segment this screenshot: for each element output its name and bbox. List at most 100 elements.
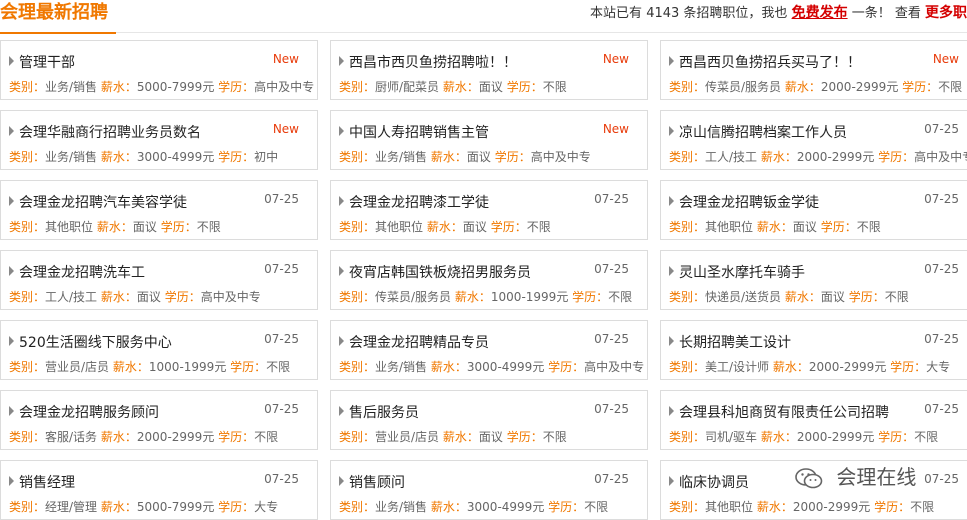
job-title-row: 会理县科旭商贸有限责任公司招聘 [669,402,959,422]
job-title-link[interactable]: 管理干部 [19,55,75,71]
job-count: 4143 [646,6,680,21]
job-title-link[interactable]: 长期招聘美工设计 [679,335,791,351]
job-card[interactable]: 520生活圈线下服务中心 07-25 类别：营业员/店员 薪水：1000-1999元… [0,320,318,380]
job-salary: 面议 [820,290,845,304]
job-card[interactable]: 西昌西贝鱼捞招兵买马了！！ New 类别：传菜员/服务员 薪水：2000-2999元… [660,40,967,100]
job-title-link[interactable]: 中国人寿招聘销售主管 [349,125,489,141]
job-title-link[interactable]: 销售经理 [19,475,75,491]
post-date: 07-25 [594,472,629,486]
job-education-label: 学历： [490,220,527,234]
job-salary: 面议 [478,430,503,444]
job-card[interactable]: 会理金龙招聘钣金学徒 07-25 类别：其他职位 薪水：面议 学历：不限 [660,180,967,240]
job-meta: 类别：传菜员/服务员 薪水：2000-2999元 学历：不限 [669,78,962,95]
triangle-bullet-icon [669,476,674,486]
job-category-label: 类别： [339,430,376,444]
job-title-link[interactable]: 会理金龙招聘漆工学徒 [349,195,489,211]
job-category-label: 类别： [9,80,46,94]
job-title-row: 中国人寿招聘销售主管 [339,122,629,142]
job-title-link[interactable]: 会理华融商行招聘业务员数名 [19,125,201,141]
job-category-label: 类别： [669,150,706,164]
free-publish-link[interactable]: 免费发布 [792,5,848,21]
job-title-link[interactable]: 520生活圈线下服务中心 [19,335,172,351]
job-card[interactable]: 灵山圣水摩托车骑手 07-25 类别：快递员/送货员 薪水：面议 学历：不限 [660,250,967,310]
job-salary: 2000-2999元 [796,150,875,164]
job-education-label: 学历： [878,430,915,444]
job-title-link[interactable]: 临床协调员 [679,475,749,491]
job-category-label: 类别： [9,430,46,444]
job-title-link[interactable]: 会理金龙招聘服务顾问 [19,405,159,421]
job-card[interactable]: 夜宵店韩国铁板烧招男服务员 07-25 类别：传菜员/服务员 薪水：1000-199… [330,250,648,310]
job-title-link[interactable]: 销售顾问 [349,475,405,491]
job-salary: 面议 [132,220,157,234]
stats-after: 一条！ 查看 [851,6,921,21]
job-title-link[interactable]: 灵山圣水摩托车骑手 [679,265,805,281]
job-card[interactable]: 会理金龙招聘漆工学徒 07-25 类别：其他职位 薪水：面议 学历：不限 [330,180,648,240]
job-category: 快递员/送货员 [705,290,782,304]
job-education: 大专 [254,500,279,514]
more-jobs-link[interactable]: 更多职 [925,5,967,21]
job-category-label: 类别： [669,290,706,304]
job-category: 客服/话务 [45,430,98,444]
watermark: 会理在线 [794,460,916,494]
triangle-bullet-icon [9,126,14,136]
job-card[interactable]: 西昌市西贝鱼捞招聘啦！！ New 类别：厨师/配菜员 薪水：面议 学历：不限 [330,40,648,100]
job-education-label: 学历： [878,150,915,164]
job-salary: 2000-2999元 [796,430,875,444]
job-salary: 2000-2999元 [820,80,899,94]
job-title-link[interactable]: 会理县科旭商贸有限责任公司招聘 [679,405,889,421]
job-card[interactable]: 凉山信腾招聘档案工作人员 07-25 类别：工人/技工 薪水：2000-2999元 … [660,110,967,170]
job-card[interactable]: 会理金龙招聘汽车美容学徒 07-25 类别：其他职位 薪水：面议 学历：不限 [0,180,318,240]
job-salary-label: 薪水： [100,430,137,444]
job-title-row: 会理金龙招聘汽车美容学徒 [9,192,299,212]
job-category: 营业员/店员 [45,360,110,374]
job-card[interactable]: 管理干部 New 类别：业务/销售 薪水：5000-7999元 学历：高中及中专 [0,40,318,100]
job-education-label: 学历： [548,360,585,374]
job-card[interactable]: 销售经理 07-25 类别：经理/管理 薪水：5000-7999元 学历：大专 [0,460,318,520]
job-salary-label: 薪水： [112,360,149,374]
job-card[interactable]: 会理金龙招聘服务顾问 07-25 类别：客服/话务 薪水：2000-2999元 学历… [0,390,318,450]
job-card[interactable]: 中国人寿招聘销售主管 New 类别：业务/销售 薪水：面议 学历：高中及中专 [330,110,648,170]
job-title-link[interactable]: 会理金龙招聘精品专员 [349,335,489,351]
job-title-link[interactable]: 会理金龙招聘洗车工 [19,265,145,281]
job-card[interactable]: 会理县科旭商贸有限责任公司招聘 07-25 类别：司机/驱车 薪水：2000-299… [660,390,967,450]
job-meta: 类别：传菜员/服务员 薪水：1000-1999元 学历：不限 [339,288,632,305]
job-category-label: 类别： [339,360,376,374]
triangle-bullet-icon [339,406,344,416]
job-salary: 面议 [792,220,817,234]
job-grid: 管理干部 New 类别：业务/销售 薪水：5000-7999元 学历：高中及中专 西昌… [0,40,967,520]
job-education-label: 学历： [890,360,927,374]
triangle-bullet-icon [339,476,344,486]
job-salary-label: 薪水： [100,150,137,164]
job-title-row: 长期招聘美工设计 [669,332,959,352]
job-salary-label: 薪水： [430,500,467,514]
job-title-link[interactable]: 凉山信腾招聘档案工作人员 [679,125,847,141]
job-card[interactable]: 售后服务员 07-25 类别：营业员/店员 薪水：面议 学历：不限 [330,390,648,450]
job-education: 不限 [584,500,609,514]
job-title-link[interactable]: 售后服务员 [349,405,419,421]
job-category: 厨师/配菜员 [375,80,440,94]
job-category: 司机/驱车 [705,430,758,444]
job-education-label: 学历： [506,80,543,94]
job-salary-label: 薪水： [784,290,821,304]
job-card[interactable]: 会理金龙招聘洗车工 07-25 类别：工人/技工 薪水：面议 学历：高中及中专 [0,250,318,310]
job-title-link[interactable]: 夜宵店韩国铁板烧招男服务员 [349,265,531,281]
job-title-link[interactable]: 西昌市西贝鱼捞招聘啦！！ [349,55,517,71]
job-card[interactable]: 销售顾问 07-25 类别：业务/销售 薪水：3000-4999元 学历：不限 [330,460,648,520]
job-title-link[interactable]: 西昌西贝鱼捞招兵买马了！！ [679,55,861,71]
job-salary-label: 薪水： [426,220,463,234]
triangle-bullet-icon [669,336,674,346]
job-education: 不限 [542,80,567,94]
job-title-link[interactable]: 会理金龙招聘汽车美容学徒 [19,195,187,211]
job-education: 高中及中专 [584,360,645,374]
job-card[interactable]: 长期招聘美工设计 07-25 类别：美工/设计师 薪水：2000-2999元 学历：… [660,320,967,380]
free-publish-label[interactable]: 免费发布 [792,5,848,21]
job-card[interactable]: 会理华融商行招聘业务员数名 New 类别：业务/销售 薪水：3000-4999元 学… [0,110,318,170]
job-category: 业务/销售 [375,360,428,374]
job-card[interactable]: 会理金龙招聘精品专员 07-25 类别：业务/销售 薪水：3000-4999元 学历… [330,320,648,380]
job-category: 其他职位 [375,220,424,234]
job-title-link[interactable]: 会理金龙招聘钣金学徒 [679,195,819,211]
job-education: 不限 [884,290,909,304]
job-meta: 类别：其他职位 薪水：面议 学历：不限 [9,218,221,235]
triangle-bullet-icon [669,266,674,276]
job-title-row: 灵山圣水摩托车骑手 [669,262,959,282]
